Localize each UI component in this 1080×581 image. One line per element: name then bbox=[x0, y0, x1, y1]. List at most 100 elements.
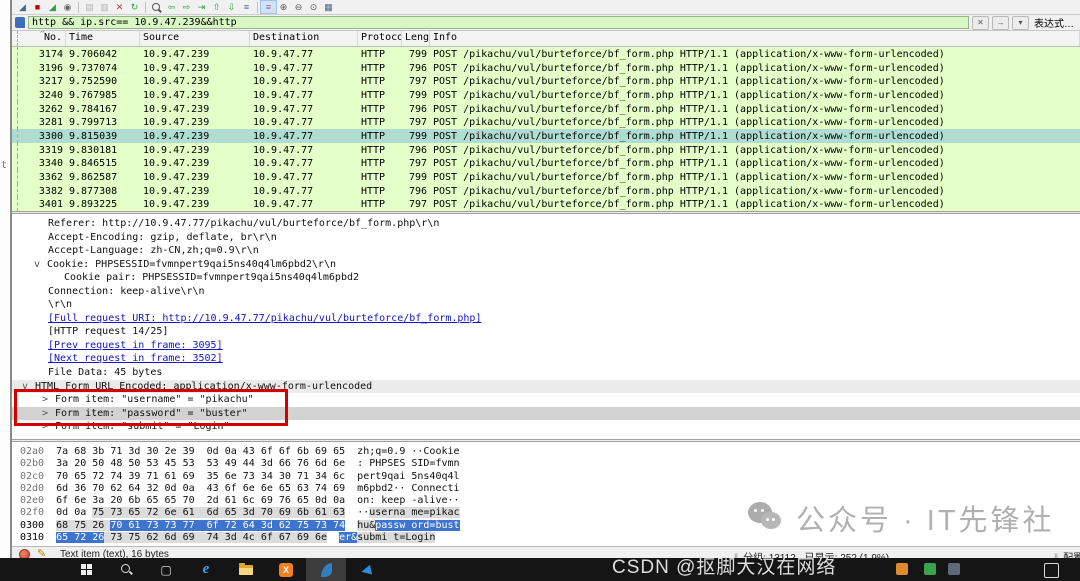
hex-bytes[interactable]: 65 72 26 bbox=[56, 532, 104, 543]
detail-text[interactable]: [Full request URI: http://10.9.47.77/pik… bbox=[48, 313, 481, 324]
detail-line[interactable]: vCookie: PHPSESSID=fvmnpert9qai5ns40q4lm… bbox=[12, 258, 1080, 272]
expression-button[interactable]: 表达式… bbox=[1034, 15, 1074, 30]
hex-row[interactable]: 02b0 3a 20 50 48 50 53 45 53 53 49 44 3d… bbox=[12, 458, 1080, 470]
hex-row[interactable]: 02d0 6d 36 70 62 64 32 0d 0a 43 6f 6e 6e… bbox=[12, 483, 1080, 495]
go-to-packet-icon[interactable]: ⇥ bbox=[194, 1, 209, 13]
detail-line[interactable]: [Prev request in frame: 3095] bbox=[12, 339, 1080, 353]
packet-row[interactable]: 33829.87730810.9.47.23910.9.47.77HTTP796… bbox=[12, 184, 1080, 198]
go-bottom-icon[interactable]: ⇩ bbox=[224, 1, 239, 13]
packet-row[interactable]: 33409.84651510.9.47.23910.9.47.77HTTP797… bbox=[12, 156, 1080, 170]
file-explorer-taskbar-button[interactable] bbox=[226, 558, 266, 581]
tray-icon-green[interactable] bbox=[924, 563, 936, 575]
tray-icon-ime[interactable] bbox=[1044, 563, 1059, 578]
detail-line[interactable]: [Full request URI: http://10.9.47.77/pik… bbox=[12, 312, 1080, 326]
hex-bytes[interactable]: 75 73 65 72 6e 61 6d 65 3d 70 69 6b 61 6… bbox=[92, 507, 345, 518]
detail-line[interactable]: Referer: http://10.9.47.77/pikachu/vul/b… bbox=[12, 217, 1080, 231]
hex-bytes[interactable]: 0d 0a bbox=[56, 507, 92, 518]
packet-row[interactable]: 32179.75259010.9.47.23910.9.47.77HTTP797… bbox=[12, 74, 1080, 88]
detail-line[interactable]: [HTTP request 14/25] bbox=[12, 325, 1080, 339]
filter-bookmark-icon[interactable] bbox=[15, 17, 25, 28]
zoom-out-icon[interactable]: ⊖ bbox=[291, 1, 306, 13]
packet-row[interactable]: 32409.76798510.9.47.23910.9.47.77HTTP799… bbox=[12, 88, 1080, 102]
clear-filter-button[interactable]: ✕ bbox=[972, 16, 989, 30]
chevron-down-icon[interactable]: v bbox=[34, 258, 47, 272]
search-taskbar-button[interactable] bbox=[106, 558, 146, 581]
capture-stop-icon[interactable]: ■ bbox=[30, 1, 45, 13]
close-capture-icon[interactable]: ✕ bbox=[112, 1, 127, 13]
go-back-icon[interactable]: ⇦ bbox=[164, 1, 179, 13]
colorize-icon[interactable]: ≡ bbox=[261, 1, 276, 13]
column-header-dst[interactable]: Destination bbox=[250, 31, 358, 46]
column-header-len[interactable]: Length bbox=[402, 31, 430, 46]
packet-row[interactable]: 32819.79971310.9.47.23910.9.47.77HTTP797… bbox=[12, 115, 1080, 129]
packet-row[interactable]: 31749.70604210.9.47.23910.9.47.77HTTP799… bbox=[12, 47, 1080, 61]
column-header-proto[interactable]: Protocol bbox=[358, 31, 402, 46]
go-forward-icon[interactable]: ⇨ bbox=[179, 1, 194, 13]
column-header-info[interactable]: Info bbox=[430, 31, 1080, 46]
detail-line[interactable]: Connection: keep-alive\r\n bbox=[12, 285, 1080, 299]
ie-taskbar-button[interactable]: e bbox=[186, 558, 226, 581]
column-header-time[interactable]: Time bbox=[66, 31, 140, 46]
detail-line[interactable]: [Next request in frame: 3502] bbox=[12, 352, 1080, 366]
hex-bytes[interactable]: 6d 36 70 62 64 32 0d 0a 43 6f 6e 6e 65 6… bbox=[56, 483, 345, 494]
packet-row[interactable]: 34019.89322510.9.47.23910.9.47.77HTTP797… bbox=[12, 197, 1080, 211]
hex-ascii[interactable]: : PHPSES SID=fvmn bbox=[357, 458, 459, 469]
packet-row[interactable]: 31969.73707410.9.47.23910.9.47.77HTTP796… bbox=[12, 61, 1080, 75]
resize-columns-icon[interactable]: ▦ bbox=[321, 1, 336, 13]
hex-ascii[interactable]: on: keep -alive·· bbox=[357, 495, 459, 506]
packet-time: 9.784167 bbox=[66, 102, 140, 116]
detail-line[interactable]: Accept-Language: zh-CN,zh;q=0.9\r\n bbox=[12, 244, 1080, 258]
start-taskbar-button[interactable] bbox=[66, 558, 106, 581]
apply-filter-button[interactable]: → bbox=[992, 16, 1009, 30]
autoscroll-icon[interactable]: ≡ bbox=[239, 1, 254, 13]
filter-dropdown-button[interactable]: ▾ bbox=[1012, 16, 1029, 30]
hex-ascii[interactable]: m6pbd2·· Connecti bbox=[357, 483, 459, 494]
detail-line[interactable]: \r\n bbox=[12, 298, 1080, 312]
go-top-icon[interactable]: ⇧ bbox=[209, 1, 224, 13]
column-header-src[interactable]: Source bbox=[140, 31, 250, 46]
hex-bytes[interactable]: 6f 6e 3a 20 6b 65 65 70 2d 61 6c 69 76 6… bbox=[56, 495, 345, 506]
vscode-taskbar-button[interactable]: ◀ bbox=[346, 558, 386, 581]
reload-icon[interactable]: ↻ bbox=[127, 1, 142, 13]
packet-row[interactable]: 32629.78416710.9.47.23910.9.47.77HTTP796… bbox=[12, 102, 1080, 116]
hex-ascii[interactable]: pert9qai 5ns40q4l bbox=[357, 471, 459, 482]
detail-line[interactable]: File Data: 45 bytes bbox=[12, 366, 1080, 380]
xampp-taskbar-button[interactable]: X bbox=[266, 558, 306, 581]
capture-start-icon[interactable]: ◢ bbox=[15, 1, 30, 13]
hex-row[interactable]: 02a0 7a 68 3b 71 3d 30 2e 39 0d 0a 43 6f… bbox=[12, 446, 1080, 458]
packet-row[interactable]: 33199.83018110.9.47.23910.9.47.77HTTP796… bbox=[12, 143, 1080, 157]
hex-ascii[interactable]: submi t=Login bbox=[357, 532, 435, 543]
hex-bytes[interactable]: 68 75 26 bbox=[56, 520, 110, 531]
detail-line[interactable]: Cookie pair: PHPSESSID=fvmnpert9qai5ns40… bbox=[12, 271, 1080, 285]
detail-text[interactable]: [Prev request in frame: 3095] bbox=[48, 340, 223, 351]
hex-ascii[interactable]: userna me=pikac bbox=[369, 507, 459, 518]
hex-bytes[interactable]: 73 75 62 6d 69 74 3d 4c 6f 67 69 6e bbox=[104, 532, 327, 543]
capture-restart-icon[interactable]: ◢ bbox=[45, 1, 60, 13]
hex-ascii[interactable]: er& bbox=[339, 532, 357, 543]
wireshark-taskbar-button[interactable] bbox=[306, 558, 346, 581]
detail-text[interactable]: [Next request in frame: 3502] bbox=[48, 353, 223, 364]
hex-ascii[interactable]: hu& bbox=[357, 520, 375, 531]
hex-bytes[interactable]: 70 65 72 74 39 71 61 69 35 6e 73 34 30 7… bbox=[56, 471, 345, 482]
zoom-100-icon[interactable]: ⊙ bbox=[306, 1, 321, 13]
display-filter-input[interactable] bbox=[28, 16, 969, 29]
packet-row[interactable]: 33629.86258710.9.47.23910.9.47.77HTTP799… bbox=[12, 170, 1080, 184]
capture-options-icon[interactable]: ◉ bbox=[60, 1, 75, 13]
open-file-icon[interactable]: ▤ bbox=[82, 1, 97, 13]
hex-row[interactable]: 02c0 70 65 72 74 39 71 61 69 35 6e 73 34… bbox=[12, 471, 1080, 483]
task-view-taskbar-button[interactable]: ▢ bbox=[146, 558, 186, 581]
tray-icon-orange[interactable] bbox=[896, 563, 908, 575]
zoom-in-icon[interactable]: ⊕ bbox=[276, 1, 291, 13]
hex-ascii[interactable]: zh;q=0.9 ··Cookie bbox=[357, 446, 459, 457]
hex-ascii[interactable]: ·· bbox=[357, 507, 369, 518]
hex-bytes[interactable]: 70 61 73 73 77 6f 72 64 3d 62 75 73 74 bbox=[110, 520, 345, 531]
column-header-no[interactable]: No.^ bbox=[18, 31, 66, 46]
save-file-icon[interactable]: ▥ bbox=[97, 1, 112, 13]
find-packet-icon[interactable] bbox=[149, 1, 164, 13]
detail-line[interactable]: Accept-Encoding: gzip, deflate, br\r\n bbox=[12, 231, 1080, 245]
tray-icon-monitor[interactable] bbox=[948, 563, 960, 575]
hex-ascii[interactable]: passw ord=bust bbox=[375, 520, 459, 531]
packet-row[interactable]: 33009.81503910.9.47.23910.9.47.77HTTP799… bbox=[12, 129, 1080, 143]
hex-bytes[interactable]: 3a 20 50 48 50 53 45 53 53 49 44 3d 66 7… bbox=[56, 458, 345, 469]
hex-bytes[interactable]: 7a 68 3b 71 3d 30 2e 39 0d 0a 43 6f 6f 6… bbox=[56, 446, 345, 457]
